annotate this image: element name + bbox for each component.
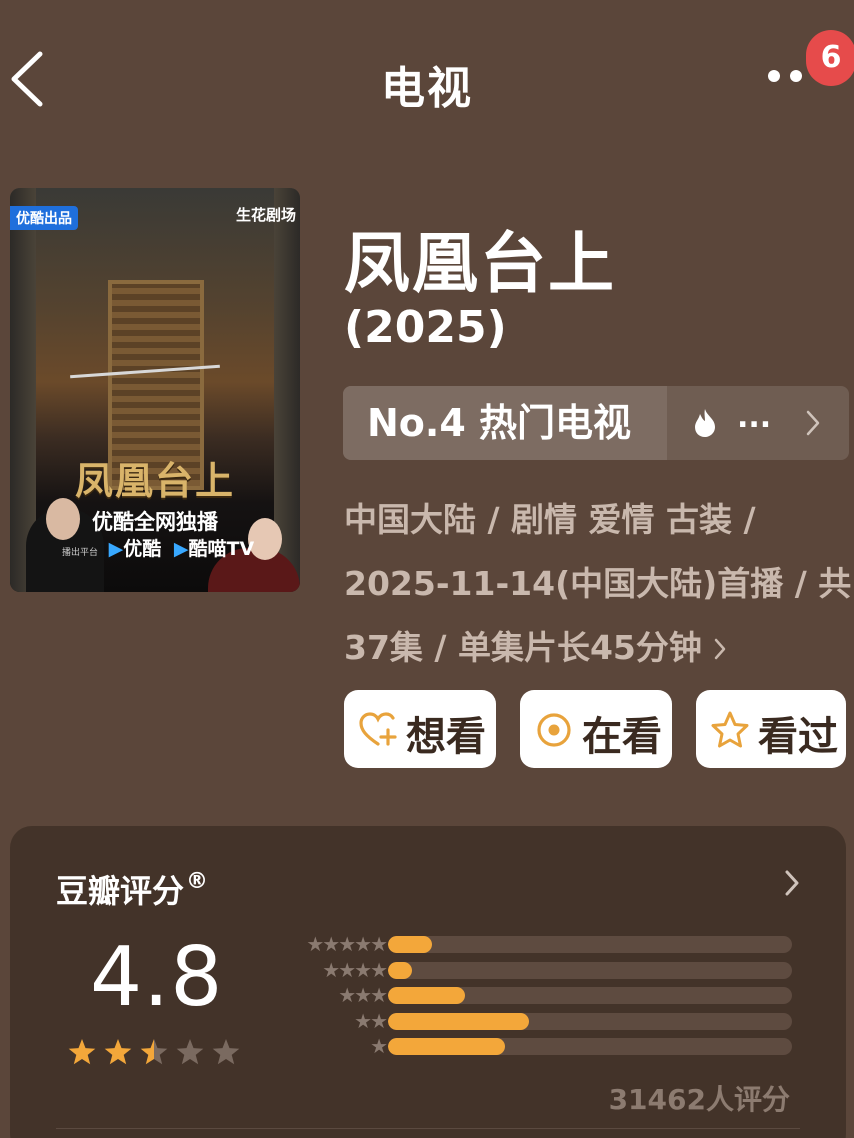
rating-score: 4.8 [90, 930, 224, 1025]
meta-line: 2025-11-14(中国大陆)首播 / 共 [344, 564, 852, 603]
chevron-right-icon [806, 410, 820, 436]
rating-bar-track [388, 1038, 792, 1055]
rating-title-text: 豆瓣评分 [56, 872, 185, 910]
rating-title: 豆瓣评分® [56, 866, 208, 912]
bar-star-icons: ★★ [354, 1008, 388, 1033]
rank-more-text: ... [737, 400, 772, 435]
chevron-right-icon[interactable] [782, 868, 802, 898]
poster-platform-1: 优酷 [123, 538, 162, 560]
rating-bar-row: ★★★ [272, 983, 802, 1007]
top-bar: 电视 6 [0, 0, 854, 160]
bar-star-icons: ★★★★ [322, 957, 388, 982]
rating-bar-fill [388, 936, 433, 953]
rating-bar-fill [388, 961, 413, 979]
chevron-right-icon [714, 638, 726, 660]
rating-distribution: ★★★★★ ★★★★ ★★★ ★★ ★ [272, 932, 802, 1064]
want-to-watch-label: 想看 [406, 714, 486, 760]
bar-star-icons: ★★★ [338, 983, 388, 1007]
rating-bar-row: ★★★★★ [272, 932, 802, 956]
page-title: 电视 [381, 63, 473, 114]
meta-line-last: 37集 / 单集片长45分钟 [344, 616, 854, 680]
heart-plus-icon [359, 712, 397, 746]
watched-label: 看过 [758, 714, 838, 760]
poster-platform-label: 播出平台 [62, 548, 99, 558]
rating-bar-row: ★★★★ [272, 957, 802, 982]
registered-mark: ® [186, 869, 209, 894]
rating-bar-fill [388, 1038, 506, 1055]
rating-star-icon [104, 1039, 132, 1065]
rating-star-icon [68, 1039, 96, 1065]
rating-bar-row: ★★ [272, 1008, 802, 1033]
rating-card: 豆瓣评分® 4.8 ★★★★★ ★★★★ ★★★ ★★ ★ 31462人评分 [10, 826, 846, 1138]
poster-studio-tag: 生花剧场 [235, 206, 296, 224]
watching-label: 在看 [582, 714, 662, 760]
poster-platform-2: 酷喵TV [188, 538, 255, 560]
rating-star-icon [212, 1039, 240, 1065]
target-circle-icon [537, 713, 571, 747]
rating-bar-fill [388, 1012, 530, 1030]
divider [56, 1128, 800, 1129]
bar-star-icons: ★★★★★ [306, 932, 388, 956]
rank-chip[interactable]: No.4 热门电视 ... [343, 386, 849, 460]
play-triangle-icon: ▶ [173, 538, 189, 560]
show-poster[interactable]: 优酷出品 生花剧场 凤凰台上 优酷全网独播 播出平台 ▶优酷 ▶酷喵TV [10, 188, 300, 592]
rating-bar-track [388, 961, 792, 979]
fire-icon [695, 409, 715, 437]
more-dots-icon [790, 70, 802, 82]
poster-platforms: 播出平台 ▶优酷 ▶酷喵TV [62, 534, 254, 561]
meta-line: 37集 / 单集片长45分钟 [344, 628, 702, 667]
want-to-watch-button[interactable]: 想看 [344, 690, 496, 768]
rating-bar-track [388, 936, 792, 953]
meta-line: 中国大陆 / 剧情 爱情 古装 / [344, 500, 756, 539]
watching-button[interactable]: 在看 [520, 690, 672, 768]
rank-label: No.4 热门电视 [343, 386, 667, 460]
poster-producer-tag: 优酷出品 [10, 206, 78, 230]
show-title: 凤凰台上 [344, 225, 616, 302]
rating-count[interactable]: 31462人评分 [609, 1078, 790, 1118]
star-outline-icon [711, 711, 749, 748]
show-year: (2025) [344, 302, 507, 353]
rating-stars [68, 1039, 240, 1065]
more-dots-icon [768, 70, 780, 82]
rating-bar-fill [388, 987, 465, 1004]
poster-exclusive-text: 优酷全网独播 [92, 510, 218, 534]
play-triangle-icon: ▶ [108, 538, 124, 560]
poster-title-art: 凤凰台上 [74, 458, 235, 503]
rating-star-icon [176, 1039, 204, 1065]
notification-badge[interactable]: 6 [806, 30, 854, 86]
rating-star-icon [140, 1039, 168, 1065]
rating-bar-row: ★ [272, 1034, 802, 1058]
bar-star-icons: ★ [370, 1034, 388, 1058]
watched-button[interactable]: 看过 [696, 690, 846, 768]
rating-bar-track [388, 1012, 792, 1030]
show-meta[interactable]: 中国大陆 / 剧情 爱情 古装 / 2025-11-14(中国大陆)首播 / 共… [344, 488, 854, 680]
rating-bar-track [388, 987, 792, 1004]
